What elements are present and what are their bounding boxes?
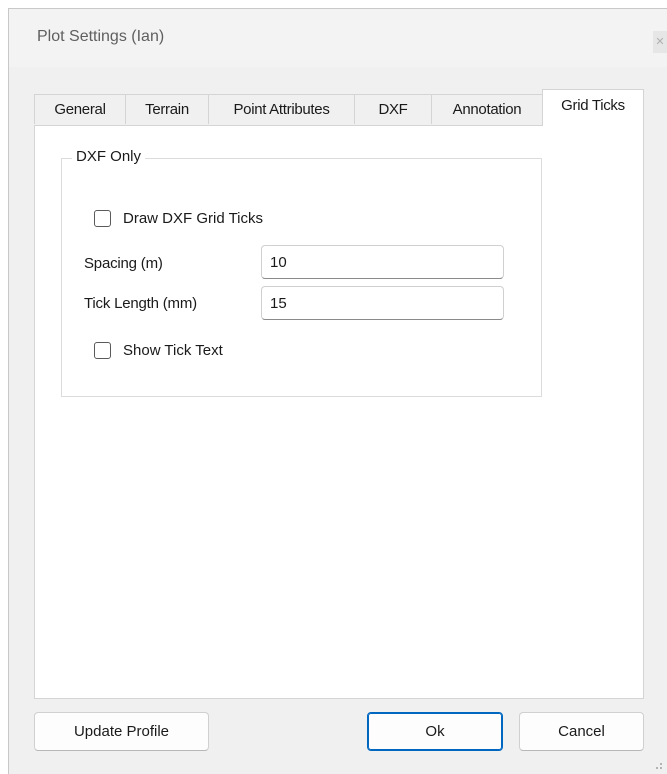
show-tick-text-label: Show Tick Text [123,341,223,359]
tick-length-label: Tick Length (mm) [84,295,197,312]
title-bar[interactable]: Plot Settings (Ian) ✕ [9,9,667,67]
draw-dxf-grid-ticks-option[interactable]: Draw DXF Grid Ticks [94,207,263,229]
draw-dxf-grid-ticks-label: Draw DXF Grid Ticks [123,209,264,227]
tab-grid-ticks[interactable]: Grid Ticks [542,89,644,126]
groupbox-legend: DXF Only [72,148,146,165]
tab-dxf[interactable]: DXF [354,94,432,124]
update-profile-button[interactable]: Update Profile [34,712,209,751]
tab-general[interactable]: General [34,94,126,124]
cancel-button[interactable]: Cancel [519,712,644,751]
spacing-label: Spacing (m) [84,255,163,272]
tick-length-input[interactable] [261,286,504,320]
grid-ticks-panel: DXF Only Draw DXF Grid Ticks Spacing (m)… [34,125,644,699]
ok-button[interactable]: Ok [367,712,503,751]
show-tick-text-checkbox[interactable] [94,341,111,359]
tab-terrain[interactable]: Terrain [125,94,209,124]
tab-point-attributes[interactable]: Point Attributes [208,94,355,124]
draw-dxf-grid-ticks-checkbox[interactable] [94,209,111,227]
plot-settings-dialog: Plot Settings (Ian) ✕ General Terrain Po… [8,8,667,774]
show-tick-text-option[interactable]: Show Tick Text [94,339,223,361]
dxf-only-groupbox: DXF Only Draw DXF Grid Ticks Spacing (m)… [61,148,542,397]
close-icon[interactable]: ✕ [653,31,667,53]
spacing-input[interactable] [261,245,504,279]
resize-grip-icon[interactable] [653,760,663,770]
window-title: Plot Settings (Ian) [37,28,165,45]
tab-annotation[interactable]: Annotation [431,94,543,124]
